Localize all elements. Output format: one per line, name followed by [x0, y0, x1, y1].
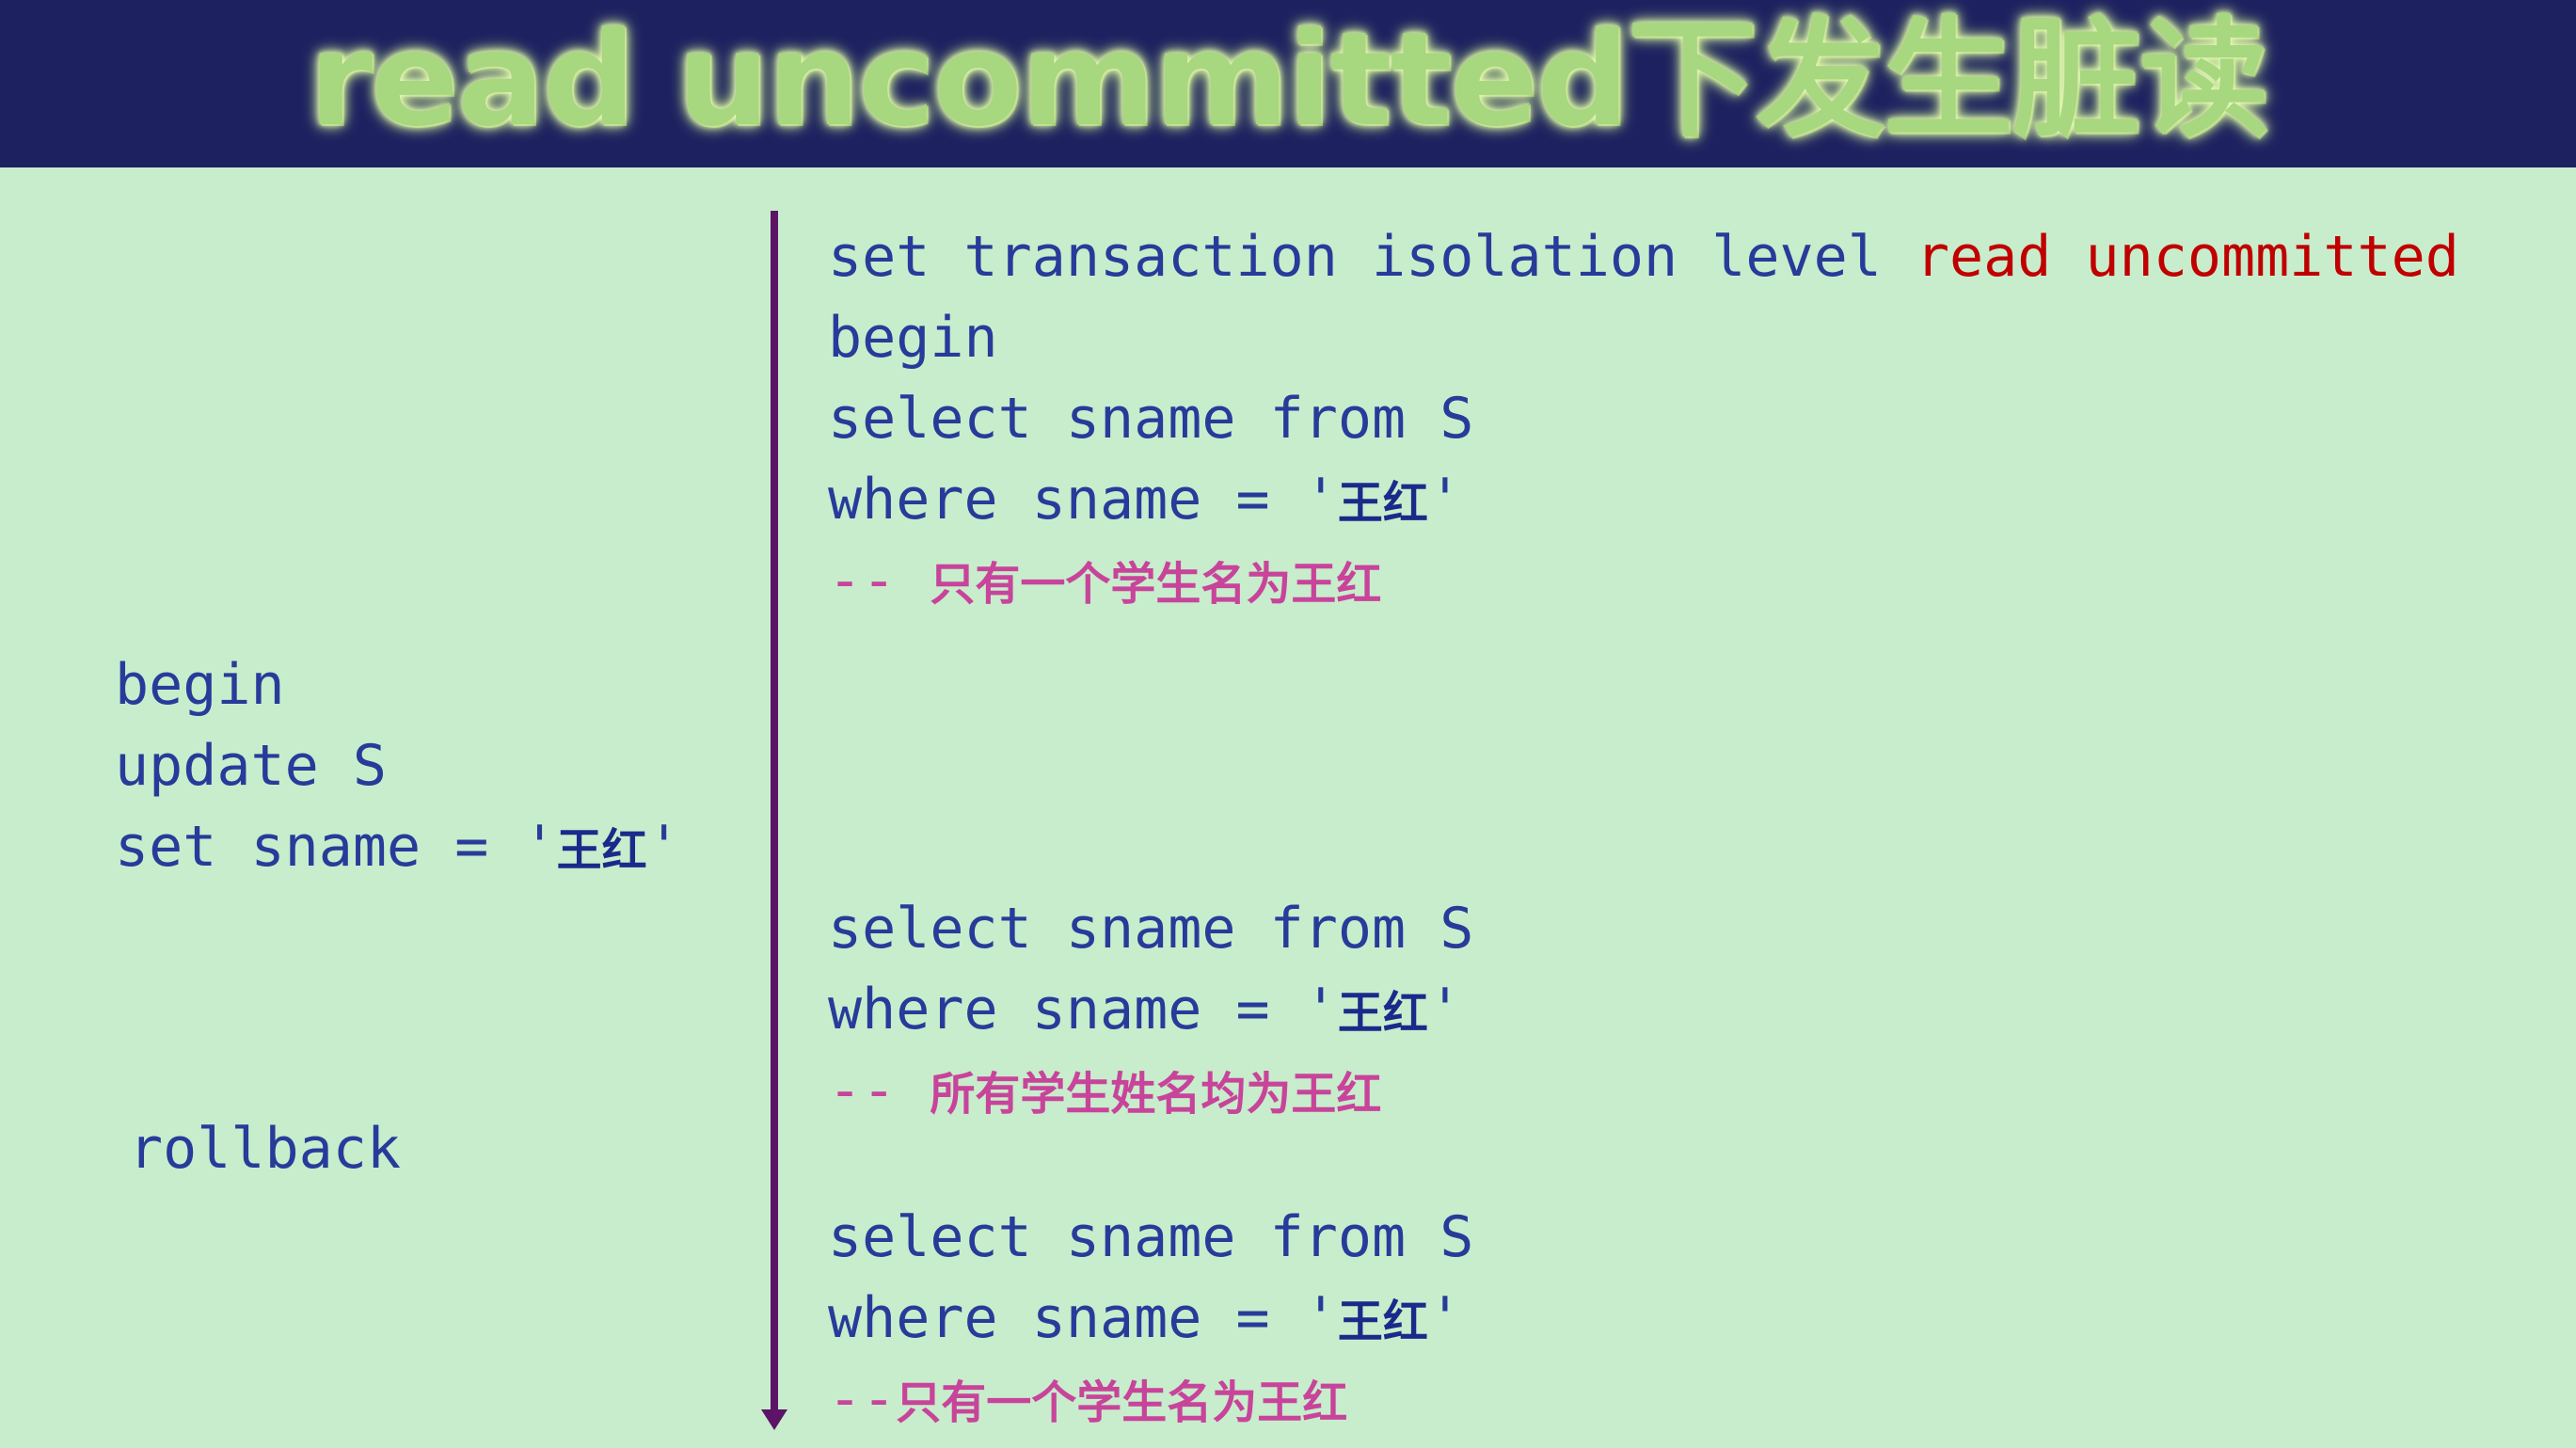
student-name: 王红	[556, 824, 647, 877]
code-text: set sname = '	[115, 814, 557, 880]
code-line-begin: begin	[115, 652, 285, 718]
code-comment: -- 所有学生姓名均为王红	[828, 1050, 1381, 1135]
comment-text: 只有一个学生名为王红	[930, 558, 1382, 611]
code-line-where: where sname = '王红'	[828, 969, 1462, 1054]
comment-marker: --	[828, 1058, 930, 1123]
student-name: 王红	[1337, 987, 1428, 1040]
code-text: '	[1427, 467, 1462, 533]
isolation-level-keyword: read uncommitted	[1915, 224, 2459, 290]
code-comment: --只有一个学生名为王红	[828, 1359, 1347, 1443]
timeline-axis	[771, 211, 778, 1417]
timeline-arrow-icon	[761, 1409, 787, 1430]
code-text: '	[1427, 977, 1462, 1042]
comment-marker: --	[828, 1366, 897, 1432]
student-name: 王红	[1337, 1296, 1428, 1348]
code-text: '	[646, 814, 681, 880]
code-line-update: update S	[115, 733, 387, 799]
code-line-set-isolation: set transaction isolation level read unc…	[828, 216, 2459, 297]
code-line-where: where sname = '王红'	[828, 1278, 1462, 1362]
comment-marker: --	[828, 548, 930, 613]
code-line-begin: begin	[828, 305, 998, 371]
code-line-set: set sname = '王红'	[115, 806, 681, 891]
code-text: where sname = '	[828, 1285, 1338, 1351]
code-text: where sname = '	[828, 467, 1338, 533]
student-name: 王红	[1337, 477, 1428, 530]
code-text: where sname = '	[828, 977, 1338, 1042]
code-text: set transaction isolation level	[828, 224, 1916, 290]
code-line-select: select sname from S	[828, 896, 1474, 962]
code-line-rollback: rollback	[129, 1116, 401, 1182]
comment-text: 所有学生姓名均为王红	[930, 1068, 1382, 1121]
code-line-select: select sname from S	[828, 1204, 1474, 1270]
code-line-where: where sname = '王红'	[828, 459, 1462, 544]
code-comment: -- 只有一个学生名为王红	[828, 540, 1381, 625]
code-text: '	[1427, 1285, 1462, 1351]
code-line-select: select sname from S	[828, 386, 1474, 452]
comment-text: 只有一个学生名为王红	[896, 1376, 1348, 1429]
page-title: read uncommitted下发生脏读	[309, 4, 2269, 155]
